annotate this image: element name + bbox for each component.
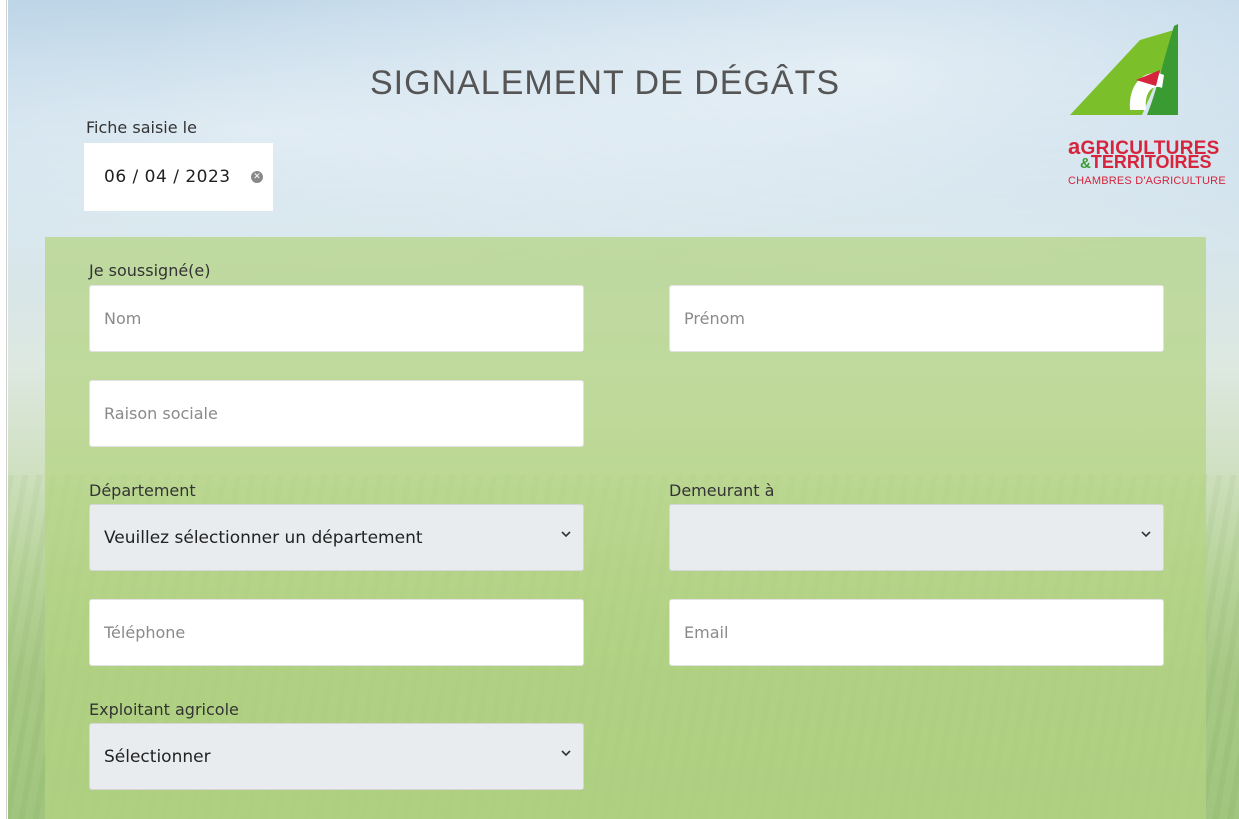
chevron-down-icon bbox=[561, 531, 571, 538]
exploitant-select[interactable]: Sélectionner bbox=[89, 723, 584, 790]
chevron-down-icon bbox=[561, 750, 571, 757]
telephone-field[interactable] bbox=[89, 599, 584, 666]
nom-field[interactable] bbox=[89, 285, 584, 352]
logo-line-3: CHAMBRES D'AGRICULTURE bbox=[1068, 175, 1226, 187]
departement-selected-value: Veuillez sélectionner un département bbox=[104, 527, 423, 548]
left-border bbox=[0, 0, 8, 819]
clear-date-icon[interactable]: ✕ bbox=[251, 171, 263, 183]
departement-select[interactable]: Veuillez sélectionner un département bbox=[89, 504, 584, 571]
raison-sociale-field[interactable] bbox=[89, 380, 584, 447]
exploitant-label: Exploitant agricole bbox=[89, 700, 239, 719]
email-field[interactable] bbox=[669, 599, 1164, 666]
date-field[interactable]: 06 / 04 / 2023 ✕ bbox=[84, 143, 273, 211]
demeurant-label: Demeurant à bbox=[669, 481, 775, 500]
date-value[interactable]: 06 / 04 / 2023 bbox=[104, 167, 231, 187]
raison-sociale-input[interactable] bbox=[90, 381, 583, 446]
prenom-field[interactable] bbox=[669, 285, 1164, 352]
nom-input[interactable] bbox=[90, 286, 583, 351]
prenom-input[interactable] bbox=[670, 286, 1163, 351]
soussigne-label: Je soussigné(e) bbox=[89, 261, 211, 280]
chevron-down-icon bbox=[1141, 531, 1151, 538]
form-panel: Je soussigné(e) Département Veuillez sél… bbox=[45, 237, 1206, 819]
date-label: Fiche saisie le bbox=[86, 118, 197, 137]
email-input[interactable] bbox=[670, 600, 1163, 665]
logo-line-2: &TERRITOIRES bbox=[1080, 152, 1212, 172]
departement-label: Département bbox=[89, 481, 196, 500]
telephone-input[interactable] bbox=[90, 600, 583, 665]
page-title: SIGNALEMENT DE DÉGÂTS bbox=[370, 64, 841, 102]
demeurant-select[interactable] bbox=[669, 504, 1164, 571]
exploitant-selected-value: Sélectionner bbox=[104, 746, 211, 767]
